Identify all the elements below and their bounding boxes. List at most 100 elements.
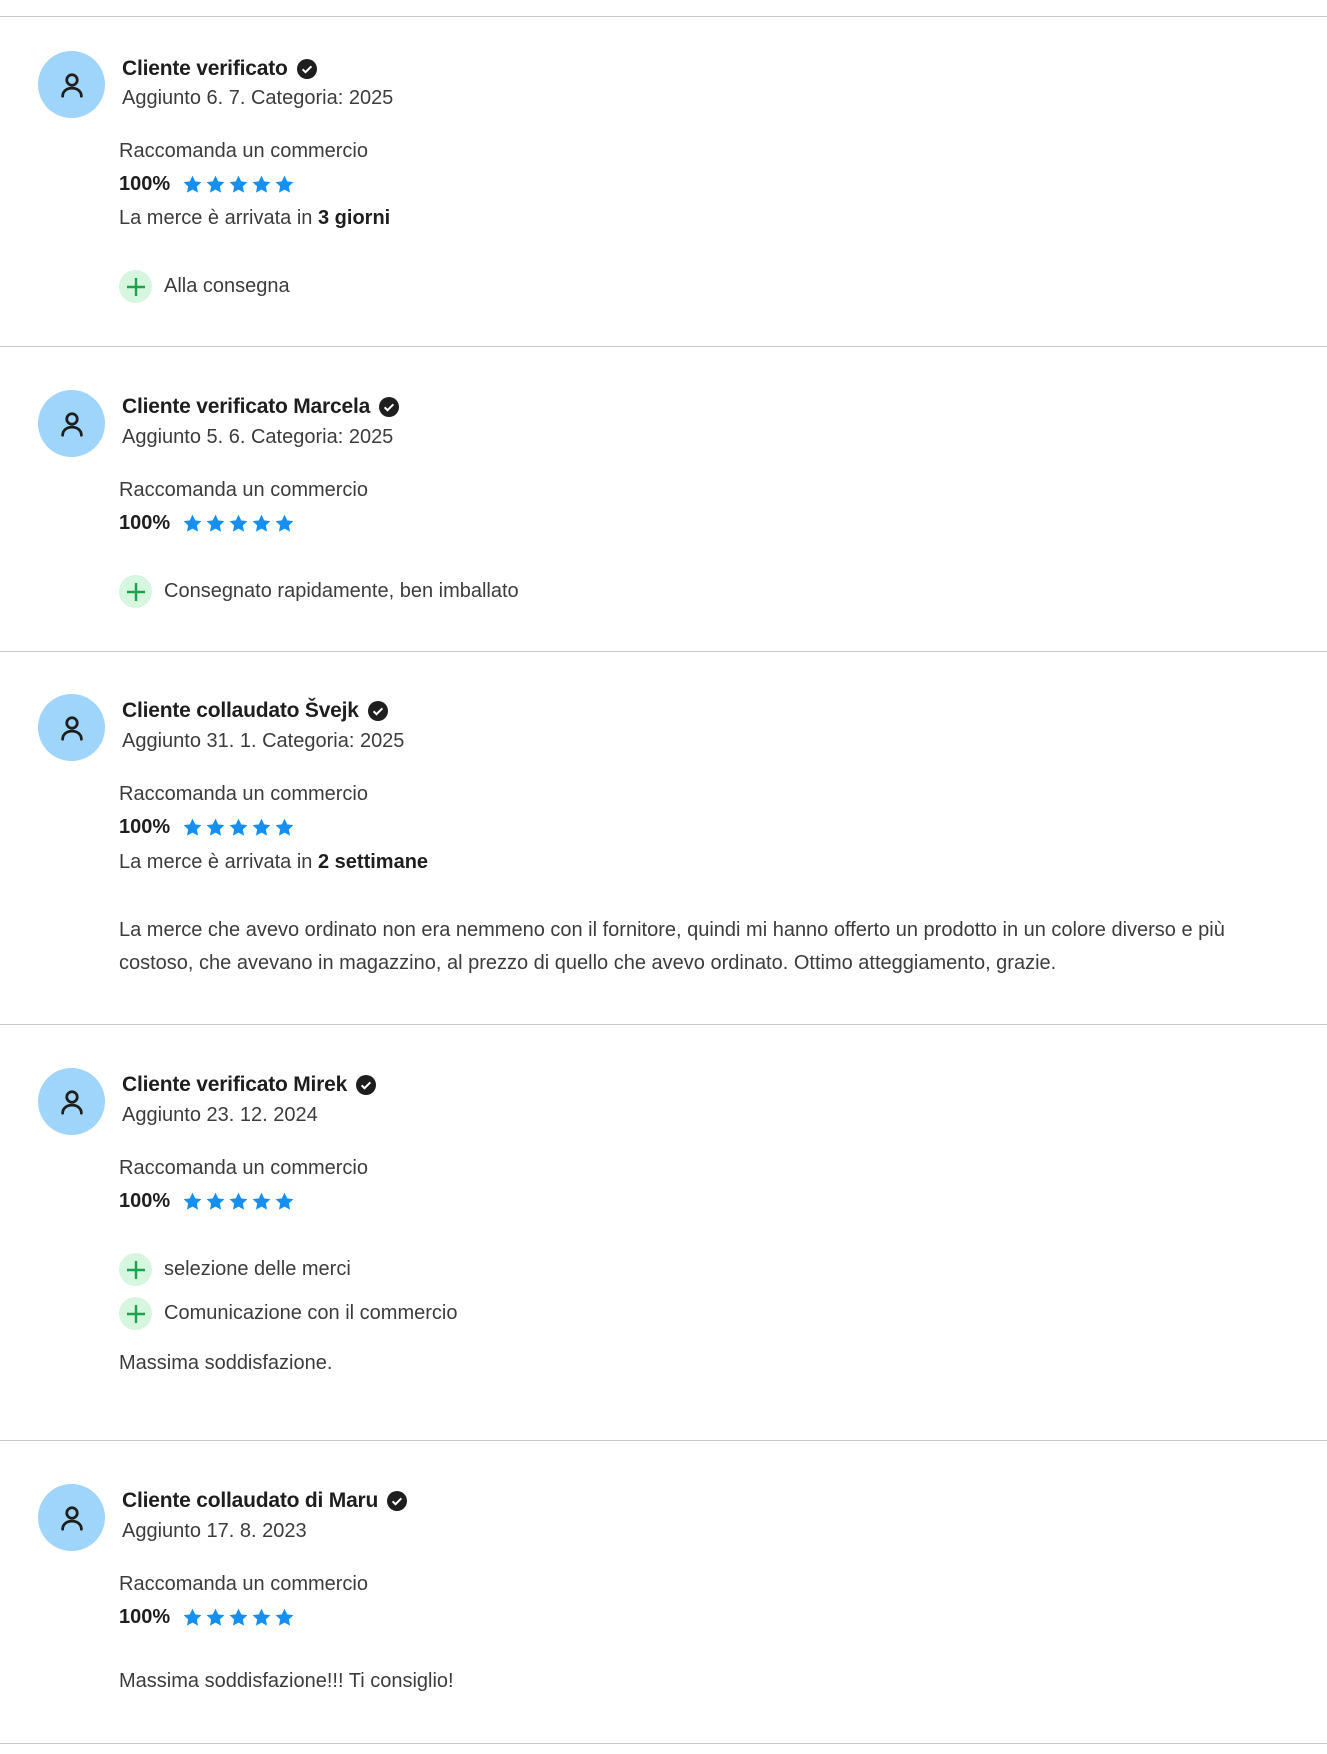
delivery-prefix: La merce è arrivata in: [119, 207, 313, 229]
review-comment: Massima soddisfazione!!! Ti consiglio!: [119, 1670, 454, 1692]
recommend-label: Raccomanda un commercio: [119, 783, 368, 805]
rating-row: 100%: [119, 512, 295, 535]
author-name: Cliente collaudato Švejk: [122, 699, 359, 722]
star-icon: [252, 514, 271, 532]
recommend-label: Raccomanda un commercio: [119, 479, 368, 501]
star-icon: [252, 175, 271, 193]
pro-text: Comunicazione con il commercio: [164, 1302, 458, 1324]
pro-item: Comunicazione con il commercio: [119, 1297, 457, 1330]
user-outline-icon: [60, 1505, 83, 1531]
avatar: [38, 51, 105, 118]
review-date: Aggiunto 23. 12. 2024: [122, 1104, 318, 1126]
review-date: Aggiunto 6. 7. Categoria: 2025: [122, 87, 394, 109]
pro-text: Consegnato rapidamente, ben imballato: [164, 580, 519, 602]
star-icon: [183, 1608, 202, 1626]
pro-text: selezione delle merci: [164, 1258, 351, 1280]
review-date: Aggiunto 17. 8. 2023: [122, 1520, 307, 1542]
review-comment: Massima soddisfazione.: [119, 1352, 333, 1374]
check-badge-icon: [356, 1075, 377, 1095]
delivery-value: 3 giorni: [317, 207, 391, 229]
review-date: Aggiunto 5. 6. Categoria: 2025: [122, 426, 394, 448]
star-icon: [183, 1192, 202, 1210]
pro-item: selezione delle merci: [119, 1253, 351, 1286]
check-badge-icon: [379, 397, 400, 417]
delivery-prefix: La merce è arrivata in: [119, 851, 313, 873]
delivery-info: La merce è arrivata in 2 settimane: [119, 851, 428, 874]
star-icon: [229, 1192, 248, 1210]
recommend-label: Raccomanda un commercio: [119, 1157, 368, 1179]
star-icon: [275, 818, 294, 836]
star-rating: [182, 513, 295, 534]
avatar: [38, 1068, 105, 1135]
plus-icon: [119, 1297, 152, 1330]
star-icon: [275, 514, 294, 532]
star-icon: [252, 818, 271, 836]
star-icon: [252, 1192, 271, 1210]
star-rating: [182, 1607, 295, 1628]
recommend-label: Raccomanda un commercio: [119, 140, 368, 162]
star-icon: [229, 175, 248, 193]
author-line: Cliente collaudato di Maru: [122, 1489, 408, 1513]
avatar: [38, 694, 105, 761]
review-date: Aggiunto 31. 1. Categoria: 2025: [122, 730, 405, 752]
avatar: [38, 390, 105, 457]
star-icon: [183, 514, 202, 532]
star-icon: [183, 175, 202, 193]
author-name: Cliente verificato Marcela: [122, 395, 371, 418]
score-value: 100%: [119, 1606, 171, 1628]
user-outline-icon: [60, 715, 83, 741]
score-value: 100%: [119, 1190, 171, 1212]
rating-row: 100%: [119, 1190, 295, 1213]
delivery-info: La merce è arrivata in 3 giorni: [119, 207, 390, 230]
star-icon: [229, 1608, 248, 1626]
recommend-label: Raccomanda un commercio: [119, 1573, 368, 1595]
review-card: Cliente verificato Marcela Aggiunto 5. 6…: [0, 346, 1327, 651]
score-value: 100%: [119, 512, 171, 534]
star-rating: [182, 817, 295, 838]
review-card: Cliente verificato Mirek Aggiunto 23. 12…: [0, 1024, 1327, 1440]
star-rating: [182, 174, 295, 195]
star-icon: [206, 818, 225, 836]
user-outline-icon: [60, 1089, 83, 1115]
author-line: Cliente collaudato Švejk: [122, 699, 388, 723]
plus-icon: [119, 270, 152, 303]
check-badge-icon: [367, 701, 388, 721]
star-icon: [183, 818, 202, 836]
author-line: Cliente verificato Marcela: [122, 395, 400, 419]
star-icon: [252, 1608, 271, 1626]
pro-item: Consegnato rapidamente, ben imballato: [119, 575, 519, 608]
star-rating: [182, 1191, 295, 1212]
rating-row: 100%: [119, 173, 295, 196]
rating-row: 100%: [119, 816, 295, 839]
plus-icon: [119, 575, 152, 608]
author-line: Cliente verificato: [122, 57, 317, 81]
pro-item: Alla consegna: [119, 270, 290, 303]
pro-text: Alla consegna: [164, 275, 290, 297]
author-name: Cliente verificato: [122, 57, 288, 80]
star-icon: [275, 1608, 294, 1626]
reviews-list: Cliente verificato Aggiunto 6. 7. Catego…: [0, 0, 1327, 1754]
check-badge-icon: [387, 1491, 408, 1511]
score-value: 100%: [119, 173, 171, 195]
check-badge-icon: [296, 59, 317, 79]
review-comment: La merce che avevo ordinato non era nemm…: [119, 919, 1225, 974]
user-outline-icon: [60, 72, 83, 98]
avatar: [38, 1484, 105, 1551]
star-icon: [206, 175, 225, 193]
star-icon: [229, 514, 248, 532]
score-value: 100%: [119, 816, 171, 838]
delivery-value: 2 settimane: [317, 851, 429, 873]
author-line: Cliente verificato Mirek: [122, 1073, 377, 1097]
star-icon: [206, 1608, 225, 1626]
star-icon: [229, 818, 248, 836]
review-card: Cliente verificato Aggiunto 6. 7. Catego…: [0, 16, 1327, 346]
star-icon: [206, 1192, 225, 1210]
review-card: Cliente collaudato di Maru Aggiunto 17. …: [0, 1440, 1327, 1744]
author-name: Cliente collaudato di Maru: [122, 1489, 379, 1512]
review-card: Cliente collaudato Švejk Aggiunto 31. 1.…: [0, 651, 1327, 1024]
star-icon: [206, 514, 225, 532]
plus-icon: [119, 1253, 152, 1286]
rating-row: 100%: [119, 1606, 295, 1629]
user-outline-icon: [60, 411, 83, 437]
star-icon: [275, 1192, 294, 1210]
